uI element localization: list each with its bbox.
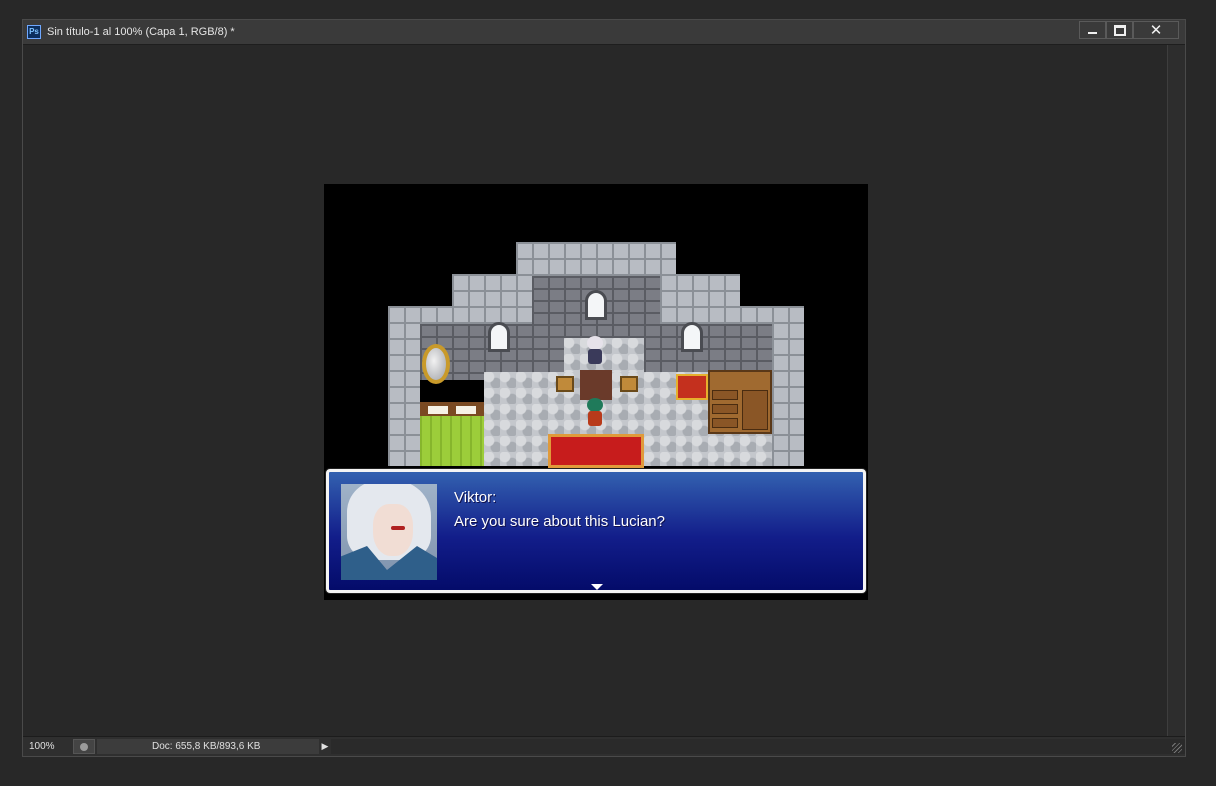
red-rug: [548, 434, 644, 468]
vertical-scrollbar[interactable]: [1167, 45, 1185, 737]
game-screenshot: Viktor: Are you sure about this Lucian?: [324, 184, 868, 600]
zoom-level[interactable]: 100%: [23, 741, 73, 752]
wall-right-column: [772, 306, 804, 466]
continue-arrow-icon: [591, 584, 603, 590]
dialog-box: Viktor: Are you sure about this Lucian?: [326, 469, 866, 593]
wall-left-column: [388, 306, 420, 466]
maximize-button[interactable]: [1106, 21, 1133, 39]
character-viktor: [584, 336, 606, 366]
castle-window: [681, 322, 703, 352]
stool: [620, 376, 638, 392]
document-title: Sin título-1 al 100% (Capa 1, RGB/8) *: [47, 26, 235, 38]
wardrobe-door: [742, 390, 768, 430]
dresser-drawer: [712, 418, 738, 428]
title-bar[interactable]: Ps Sin título-1 al 100% (Capa 1, RGB/8) …: [23, 20, 1185, 45]
window-controls: ✕: [1079, 21, 1179, 39]
maximize-icon: [1113, 24, 1126, 36]
menu-arrow-icon[interactable]: ▶: [319, 739, 331, 754]
dresser-drawer: [712, 390, 738, 400]
character-lucian: [584, 398, 606, 428]
close-button[interactable]: ✕: [1133, 21, 1179, 39]
pillow: [428, 406, 448, 414]
close-icon: ✕: [1149, 22, 1163, 39]
dialog-speaker: Viktor:: [454, 489, 497, 506]
minimize-icon: [1088, 32, 1097, 34]
bed: [420, 416, 484, 466]
dresser-drawer: [712, 404, 738, 414]
table: [580, 370, 612, 400]
wall-top-tier: [516, 242, 676, 278]
mirror: [422, 344, 450, 384]
face-portrait: [341, 484, 437, 580]
castle-window: [585, 290, 607, 320]
document-info: Doc: 655,8 KB/893,6 KB: [97, 739, 319, 754]
stool: [556, 376, 574, 392]
status-spacer: [331, 739, 1185, 754]
castle-window: [488, 322, 510, 352]
photoshop-icon: Ps: [27, 25, 41, 39]
pillow: [456, 406, 476, 414]
status-bar: 100% Doc: 655,8 KB/893,6 KB ▶: [23, 736, 1185, 756]
dialog-text: Are you sure about this Lucian?: [454, 513, 665, 530]
status-icon[interactable]: [73, 739, 95, 754]
minimize-button[interactable]: [1079, 21, 1106, 39]
treasure-chest: [676, 374, 708, 400]
resize-grip-icon[interactable]: [1172, 743, 1182, 753]
